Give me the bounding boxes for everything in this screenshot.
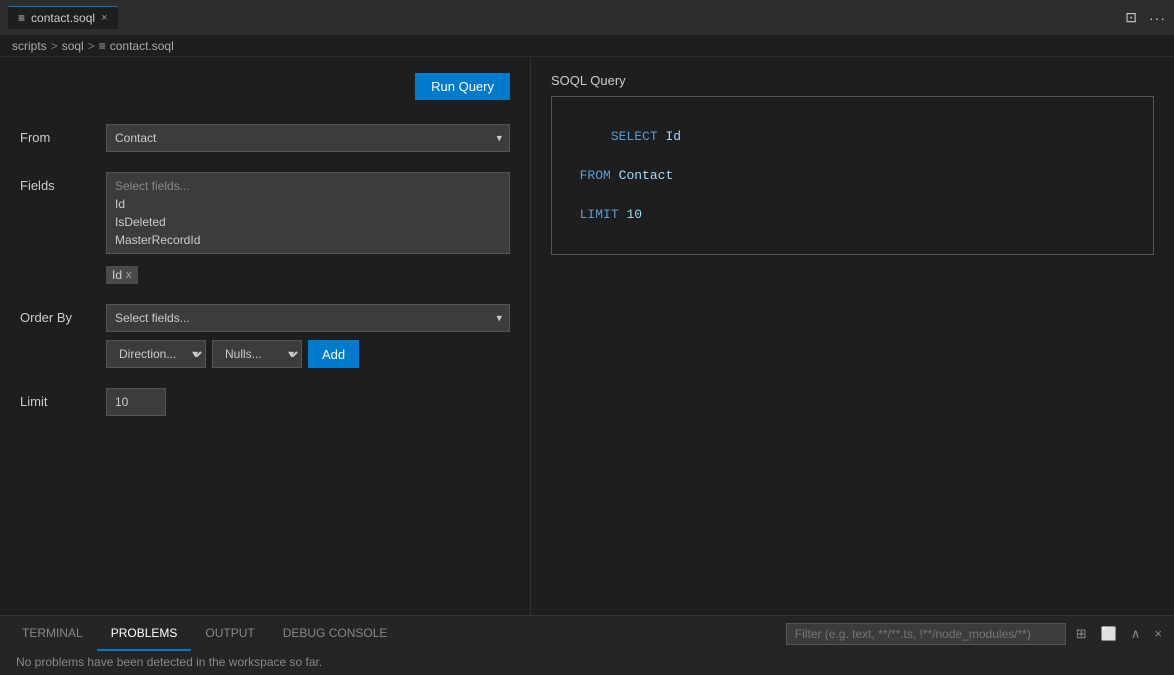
limit-row: Limit 10 <box>20 388 510 416</box>
fields-controls: Select fields... Id IsDeleted MasterReco… <box>106 172 510 284</box>
limit-controls: 10 <box>106 388 510 416</box>
title-bar-right: ⊡ ··· <box>1125 9 1166 26</box>
tab-output[interactable]: OUTPUT <box>191 616 268 651</box>
tab-problems[interactable]: PROBLEMS <box>97 616 192 651</box>
filter-icon[interactable]: ⊞ <box>1072 624 1091 644</box>
from-select[interactable]: Contact Account Lead Opportunity Case <box>106 124 510 152</box>
list-item[interactable]: Id <box>107 195 509 213</box>
selected-tags: Id x <box>106 262 510 284</box>
soql-label: SOQL Query <box>551 73 1154 88</box>
order-by-controls-container: Select fields... Direction... ASC DESC N… <box>106 304 510 368</box>
tab-close-icon[interactable]: × <box>101 12 107 24</box>
run-query-area: Run Query <box>20 73 510 100</box>
bottom-tabs: TERMINAL PROBLEMS OUTPUT DEBUG CONSOLE ⊞… <box>0 616 1174 651</box>
from-controls: Contact Account Lead Opportunity Case <box>106 124 510 152</box>
order-by-select-wrapper: Select fields... <box>106 304 510 332</box>
filter-input[interactable] <box>786 623 1066 645</box>
from-row: From Contact Account Lead Opportunity Ca… <box>20 124 510 152</box>
direction-wrapper: Direction... ASC DESC <box>106 340 206 368</box>
main-content: Run Query From Contact Account Lead Oppo… <box>0 57 1174 615</box>
tag-remove-id[interactable]: x <box>126 269 132 281</box>
breadcrumb-scripts[interactable]: scripts <box>12 39 47 53</box>
field-tag-id: Id x <box>106 266 138 284</box>
add-button[interactable]: Add <box>308 340 359 368</box>
list-item[interactable]: IsDeleted <box>107 213 509 231</box>
order-by-row: Order By Select fields... Direction... A… <box>20 304 510 368</box>
order-by-sub-controls: Direction... ASC DESC Nulls... NULLS FIR… <box>106 340 510 368</box>
tab[interactable]: ≡ contact.soql × <box>8 6 118 29</box>
soql-panel: SOQL Query SELECT Id FROM Contact LIMIT … <box>531 57 1174 615</box>
fields-placeholder[interactable]: Select fields... <box>107 177 509 195</box>
breadcrumb-soql[interactable]: soql <box>62 39 84 53</box>
fields-container: Select fields... Id IsDeleted MasterReco… <box>106 172 510 254</box>
soql-query-box: SELECT Id FROM Contact LIMIT 10 <box>551 96 1154 255</box>
more-actions-icon[interactable]: ··· <box>1149 10 1166 26</box>
query-builder: Run Query From Contact Account Lead Oppo… <box>0 57 530 615</box>
nulls-wrapper: Nulls... NULLS FIRST NULLS LAST <box>212 340 302 368</box>
bottom-status: No problems have been detected in the wo… <box>0 651 1174 675</box>
tag-label: Id <box>112 268 122 282</box>
file-icon: ≡ <box>18 11 25 25</box>
direction-select[interactable]: Direction... ASC DESC <box>106 340 206 368</box>
order-by-select[interactable]: Select fields... <box>106 304 510 332</box>
bottom-filter-row: ⊞ ⬜ ∧ × <box>786 623 1166 645</box>
nulls-select[interactable]: Nulls... NULLS FIRST NULLS LAST <box>212 340 302 368</box>
breadcrumb: scripts > soql > ≡ contact.soql <box>0 35 1174 57</box>
maximize-icon[interactable]: ⬜ <box>1097 624 1121 644</box>
fields-label: Fields <box>20 172 90 193</box>
tab-debug-console[interactable]: DEBUG CONSOLE <box>269 616 402 651</box>
title-bar: ≡ contact.soql × ⊡ ··· <box>0 0 1174 35</box>
from-label: From <box>20 124 90 145</box>
tab-name: contact.soql <box>31 11 95 25</box>
fields-row: Fields Select fields... Id IsDeleted Mas… <box>20 172 510 284</box>
tab-terminal[interactable]: TERMINAL <box>8 616 97 651</box>
breadcrumb-file-icon: ≡ <box>99 39 106 53</box>
from-select-wrapper: Contact Account Lead Opportunity Case <box>106 124 510 152</box>
breadcrumb-filename: contact.soql <box>110 39 174 53</box>
run-query-button[interactable]: Run Query <box>415 73 510 100</box>
limit-input[interactable]: 10 <box>106 388 166 416</box>
chevron-up-icon[interactable]: ∧ <box>1127 624 1145 644</box>
bottom-panel: TERMINAL PROBLEMS OUTPUT DEBUG CONSOLE ⊞… <box>0 615 1174 675</box>
list-item[interactable]: MasterRecordId <box>107 231 509 249</box>
close-panel-icon[interactable]: × <box>1150 624 1166 643</box>
limit-label: Limit <box>20 388 90 409</box>
breadcrumb-sep1: > <box>51 39 58 53</box>
order-by-label: Order By <box>20 304 90 325</box>
title-bar-left: ≡ contact.soql × <box>8 6 118 29</box>
breadcrumb-sep2: > <box>88 39 95 53</box>
split-editor-icon[interactable]: ⊡ <box>1125 9 1137 26</box>
fields-list[interactable]: Select fields... Id IsDeleted MasterReco… <box>107 173 509 253</box>
